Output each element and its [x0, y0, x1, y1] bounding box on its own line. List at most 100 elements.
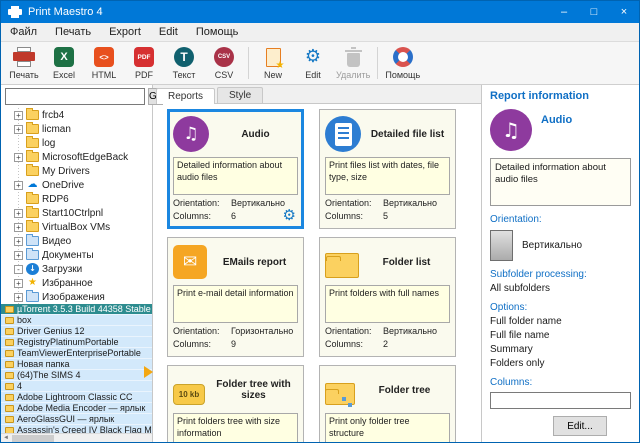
print-button[interactable]: Печать: [4, 43, 44, 83]
toolbar-separator: [377, 47, 378, 79]
tree-item-label: Изображения: [42, 292, 105, 303]
expand-icon[interactable]: +: [14, 153, 23, 162]
tree-item-label: OneDrive: [42, 180, 84, 191]
expand-icon[interactable]: +: [14, 251, 23, 260]
printer-icon: [13, 47, 35, 67]
tree-item-label: frcb4: [42, 110, 64, 121]
close-button[interactable]: ×: [609, 1, 639, 23]
list-item-driver-genius[interactable]: Driver Genius 12: [1, 326, 152, 337]
maximize-button[interactable]: □: [579, 1, 609, 23]
folder-icon: [5, 328, 14, 335]
expand-icon[interactable]: +: [14, 181, 23, 190]
report-card-audio[interactable]: ♫ Audio Detailed information about audio…: [167, 109, 304, 229]
subfolder-processing-label: Subfolder processing:: [490, 269, 631, 280]
tree-item-start10ctrlpnl[interactable]: +Start10Ctrlpnl: [1, 206, 152, 220]
expand-icon[interactable]: +: [14, 279, 23, 288]
columns-input[interactable]: [490, 392, 631, 409]
tree-item-favorites[interactable]: +★Избранное: [1, 276, 152, 290]
tab-style[interactable]: Style: [217, 87, 263, 103]
menu-item-help[interactable]: Помощь: [187, 23, 248, 41]
tree-item-onedrive[interactable]: +☁OneDrive: [1, 178, 152, 192]
list-item-box[interactable]: box: [1, 315, 152, 326]
columns-value: 6: [231, 211, 236, 221]
menu-item-export[interactable]: Export: [100, 23, 150, 41]
menu-item-edit[interactable]: Edit: [150, 23, 187, 41]
list-item-new-folder[interactable]: Новая папка: [1, 359, 152, 370]
pictures-folder-icon: [26, 292, 39, 302]
tab-reports[interactable]: Reports: [156, 88, 215, 104]
folder-tree-icon: [325, 383, 355, 405]
tree-item-downloads[interactable]: -↓Загрузки: [1, 262, 152, 276]
expand-icon[interactable]: +: [14, 111, 23, 120]
report-card-description: Print folders with full names: [325, 285, 450, 323]
minimize-button[interactable]: –: [549, 1, 579, 23]
expand-icon[interactable]: +: [14, 125, 23, 134]
text-icon: T: [174, 47, 194, 67]
folder-icon: [26, 222, 39, 232]
videos-folder-icon: [26, 236, 39, 246]
folder-icon: [26, 152, 39, 162]
tool-label: Excel: [53, 70, 75, 80]
list-item-adobe-lightroom[interactable]: Adobe Lightroom Classic CC: [1, 392, 152, 403]
card-settings-gear-icon[interactable]: ⚙: [283, 207, 296, 223]
excel-icon: X: [54, 47, 74, 67]
new-button[interactable]: New: [253, 43, 293, 83]
tree-item-frcb4[interactable]: + frcb4: [1, 108, 152, 122]
list-item-teamviewer[interactable]: TeamViewerEnterprisePortable: [1, 348, 152, 359]
csv-button[interactable]: CSV CSV: [204, 43, 244, 83]
expand-icon[interactable]: +: [14, 223, 23, 232]
report-card-folder-tree[interactable]: Folder tree Print only folder tree struc…: [319, 365, 456, 442]
report-card-folder-list[interactable]: Folder list Print folders with full name…: [319, 237, 456, 357]
text-export-button[interactable]: T Текст: [164, 43, 204, 83]
toolbar-separator: [248, 47, 249, 79]
list-item-utorrent[interactable]: µTorrent 3.5.3 Build 44358 Stable: [1, 304, 152, 315]
html-button[interactable]: <> HTML: [84, 43, 124, 83]
downloads-icon: ↓: [26, 263, 39, 275]
html-icon: <>: [94, 47, 114, 67]
menu-item-file[interactable]: Файл: [1, 23, 46, 41]
report-card-folder-tree-sizes[interactable]: 10 kb Folder tree with sizes Print folde…: [167, 365, 304, 442]
list-item-sims4[interactable]: (64)The SIMS 4: [1, 370, 152, 381]
scrollbar-thumb[interactable]: [12, 435, 54, 442]
tree-item-microsoftedgeback[interactable]: +MicrosoftEdgeBack: [1, 150, 152, 164]
list-item-adobe-media-encoder[interactable]: Adobe Media Encoder — ярлык: [1, 403, 152, 414]
expand-icon[interactable]: +: [14, 237, 23, 246]
pdf-button[interactable]: PDF PDF: [124, 43, 164, 83]
list-item-label: (64)The SIMS 4: [17, 370, 81, 380]
list-item-registryplatinum[interactable]: RegistryPlatinumPortable: [1, 337, 152, 348]
expand-icon[interactable]: +: [14, 209, 23, 218]
scroll-left-icon[interactable]: ◄: [1, 434, 11, 442]
tree-item-virtualbox-vms[interactable]: +VirtualBox VMs: [1, 220, 152, 234]
onedrive-cloud-icon: ☁: [26, 179, 39, 191]
folder-icon: [5, 350, 14, 357]
edit-button[interactable]: ⚙ Edit: [293, 43, 333, 83]
tree-item-licman[interactable]: +licman: [1, 122, 152, 136]
help-button[interactable]: Помощь: [382, 43, 423, 83]
folder-list: µTorrent 3.5.3 Build 44358 Stable box Dr…: [1, 304, 152, 442]
report-card-detailed-file-list[interactable]: Detailed file list Print files list with…: [319, 109, 456, 229]
list-item-label: Adobe Media Encoder — ярлык: [17, 403, 145, 413]
size-badge-icon: 10 kb: [173, 384, 205, 405]
report-card-emails[interactable]: ✉ EMails report Print e-mail detail info…: [167, 237, 304, 357]
tree-item-pictures[interactable]: + Изображения: [1, 290, 152, 304]
tree-item-label: log: [42, 138, 55, 149]
tree-item-videos[interactable]: +Видео: [1, 234, 152, 248]
tree-item-log[interactable]: log: [1, 136, 152, 150]
report-card-description: Print folders tree with size information: [173, 413, 298, 442]
list-item-4[interactable]: 4: [1, 381, 152, 392]
excel-button[interactable]: X Excel: [44, 43, 84, 83]
expand-icon[interactable]: +: [14, 293, 23, 302]
menu-item-print[interactable]: Печать: [46, 23, 100, 41]
folder-icon: [26, 110, 39, 120]
edit-report-button[interactable]: Edit...: [553, 416, 607, 436]
expand-icon[interactable]: -: [14, 265, 23, 274]
search-input[interactable]: [5, 88, 145, 105]
list-item-label: 4: [17, 381, 22, 391]
tree-item-my-drivers[interactable]: My Drivers: [1, 164, 152, 178]
orientation-label: Orientation:: [173, 326, 231, 336]
tree-item-rdp6[interactable]: RDP6: [1, 192, 152, 206]
horizontal-scrollbar[interactable]: ◄: [1, 433, 152, 442]
list-item-aeroglassgui[interactable]: AeroGlassGUI — ярлык: [1, 414, 152, 425]
splitter-arrow-icon[interactable]: [144, 366, 153, 378]
tree-item-documents[interactable]: +Документы: [1, 248, 152, 262]
